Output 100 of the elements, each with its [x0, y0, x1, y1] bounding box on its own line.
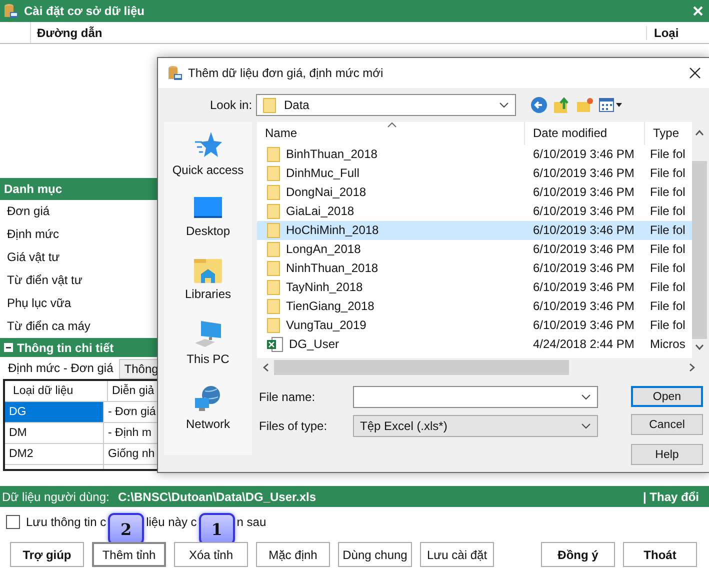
table-cell-text: 6/10/2019 3:46 PM: [532, 222, 636, 239]
file-row[interactable]: NinhThuan_2018 6/10/2019 3:46 PM File fol: [257, 259, 692, 278]
column-header[interactable]: Type: [645, 122, 692, 145]
action-button[interactable]: Dùng chung: [338, 542, 412, 567]
field-label: Files of type:: [259, 419, 328, 433]
category-item[interactable]: Từ điển vật tư: [0, 269, 147, 292]
table-cell-text: - Đơn giá: [107, 405, 157, 420]
view-menu-icon[interactable]: [599, 97, 623, 113]
table-cell-text: 6/10/2019 3:46 PM: [532, 279, 636, 296]
dropdown-caret-icon: [581, 423, 591, 429]
file-name-field[interactable]: [353, 386, 598, 408]
folder-icon: [267, 242, 280, 257]
file-row[interactable]: LongAn_2018 6/10/2019 3:46 PM File fol: [257, 240, 692, 259]
table-cell-text: 4/24/2018 2:44 PM: [532, 336, 636, 353]
table-cell-text: 6/10/2019 3:46 PM: [532, 298, 636, 315]
file-name: DinhMuc_Full: [286, 165, 360, 182]
file-path: C:\BNSC\Dutoan\Data\DG_User.xls: [118, 490, 318, 504]
table-cell-text: File fol: [649, 317, 686, 334]
column-header[interactable]: Loại: [646, 26, 709, 40]
file-name: VungTau_2019: [286, 317, 366, 334]
collapse-icon[interactable]: [4, 343, 13, 352]
up-folder-icon[interactable]: [553, 96, 571, 114]
look-in-dropdown[interactable]: Data: [256, 94, 516, 116]
place-button[interactable]: Quick access: [172, 130, 244, 177]
category-item[interactable]: Đơn giá: [0, 200, 147, 223]
category-item[interactable]: Định mức: [0, 223, 147, 246]
tab[interactable]: Định mức - Đơn giá: [2, 357, 120, 379]
step-badge: 1: [198, 513, 235, 545]
action-button[interactable]: Trợ giúp: [10, 542, 84, 567]
scroll-down-icon[interactable]: [695, 344, 704, 350]
column-header[interactable]: Đường dẫn: [31, 26, 646, 40]
place-button[interactable]: Desktop: [186, 195, 230, 238]
action-button[interactable]: Thoát: [623, 542, 697, 567]
checkbox[interactable]: [6, 515, 20, 529]
computer-icon: [193, 319, 223, 349]
column-header[interactable]: Loại dữ liệu: [5, 381, 108, 401]
database-icon: [168, 65, 182, 81]
checkbox-label: n sau: [236, 515, 266, 529]
dialog-button[interactable]: Open: [631, 386, 703, 407]
scroll-right-icon[interactable]: [689, 363, 695, 372]
table-cell-text: 6/10/2019 3:46 PM: [532, 165, 636, 182]
new-folder-icon[interactable]: [576, 97, 594, 113]
section-title: Danh mục: [4, 182, 62, 196]
file-row[interactable]: TayNinh_2018 6/10/2019 3:46 PM File fol: [257, 278, 692, 297]
file-name: HoChiMinh_2018: [286, 222, 379, 239]
file-name: LongAn_2018: [286, 241, 361, 258]
file-name: BinhThuan_2018: [286, 146, 378, 163]
folder-icon: [267, 261, 280, 276]
folder-icon: [263, 98, 276, 112]
section-title: Thông tin chi tiết: [17, 340, 114, 354]
file-row[interactable]: TienGiang_2018 6/10/2019 3:46 PM File fol: [257, 297, 692, 316]
close-icon[interactable]: [689, 67, 701, 79]
checkbox-label: liệu này c: [146, 515, 197, 529]
folder-icon: [267, 223, 280, 238]
action-button[interactable]: Thêm tỉnh: [92, 542, 166, 567]
back-icon[interactable]: [530, 96, 548, 114]
dialog-button[interactable]: Cancel: [631, 414, 703, 435]
table-cell-text: 6/10/2019 3:46 PM: [532, 184, 636, 201]
field-label: File name:: [259, 390, 316, 404]
file-row[interactable]: HoChiMinh_2018 6/10/2019 3:46 PM File fol: [257, 221, 692, 240]
action-button[interactable]: Đồng ý: [541, 542, 615, 567]
file-row[interactable]: VungTau_2019 6/10/2019 3:46 PM File fol: [257, 316, 692, 335]
column-header[interactable]: Name: [257, 122, 525, 145]
folder-icon: [267, 147, 280, 162]
place-button[interactable]: This PC: [186, 319, 230, 366]
checkbox-label: Lưu thông tin c: [26, 515, 106, 529]
file-row[interactable]: DongNai_2018 6/10/2019 3:46 PM File fol: [257, 183, 692, 202]
action-button[interactable]: Mặc định: [256, 542, 330, 567]
table-cell-text: File fol: [649, 241, 686, 258]
window-title: Cài đặt cơ sở dữ liệu: [24, 4, 146, 18]
file-row[interactable]: GiaLai_2018 6/10/2019 3:46 PM File fol: [257, 202, 692, 221]
scroll-left-icon[interactable]: [263, 363, 269, 372]
folder-icon: [267, 166, 280, 181]
table-cell-text: File fol: [649, 298, 686, 315]
table-cell-text: File fol: [649, 146, 686, 163]
table-cell-text: File fol: [649, 165, 686, 182]
place-button[interactable]: Libraries: [184, 256, 232, 301]
file-row[interactable]: DG_User 4/24/2018 2:44 PM Micros: [257, 335, 692, 354]
dialog-button[interactable]: Help: [631, 444, 703, 465]
scroll-up-icon[interactable]: [695, 130, 704, 136]
spreadsheet-icon: [267, 337, 283, 352]
action-button[interactable]: Lưu cài đặt: [420, 542, 494, 567]
action-button[interactable]: Xóa tỉnh: [174, 542, 248, 567]
place-button[interactable]: Network: [186, 384, 230, 431]
file-name: TienGiang_2018: [286, 298, 374, 315]
file-row[interactable]: BinhThuan_2018 6/10/2019 3:46 PM File fol: [257, 145, 692, 164]
folder-icon: [267, 204, 280, 219]
file-row[interactable]: DinhMuc_Full 6/10/2019 3:46 PM File fol: [257, 164, 692, 183]
table-cell-text: - Định m: [107, 426, 152, 441]
table-cell-text: File fol: [649, 184, 686, 201]
column-header[interactable]: Date modified: [525, 122, 645, 145]
table-cell-text: 6/10/2019 3:46 PM: [532, 241, 636, 258]
dropdown-caret-icon: [581, 394, 591, 400]
category-item[interactable]: Phụ lục vữa: [0, 292, 147, 315]
file-type-dropdown[interactable]: Tệp Excel (.xls*): [353, 415, 598, 437]
table-cell-text: Micros: [649, 336, 686, 353]
category-item[interactable]: Giá vật tư: [0, 246, 147, 269]
change-link[interactable]: | Thay đổi: [642, 490, 699, 504]
folder-icon: [267, 185, 280, 200]
category-item[interactable]: Từ điển ca máy: [0, 315, 147, 338]
